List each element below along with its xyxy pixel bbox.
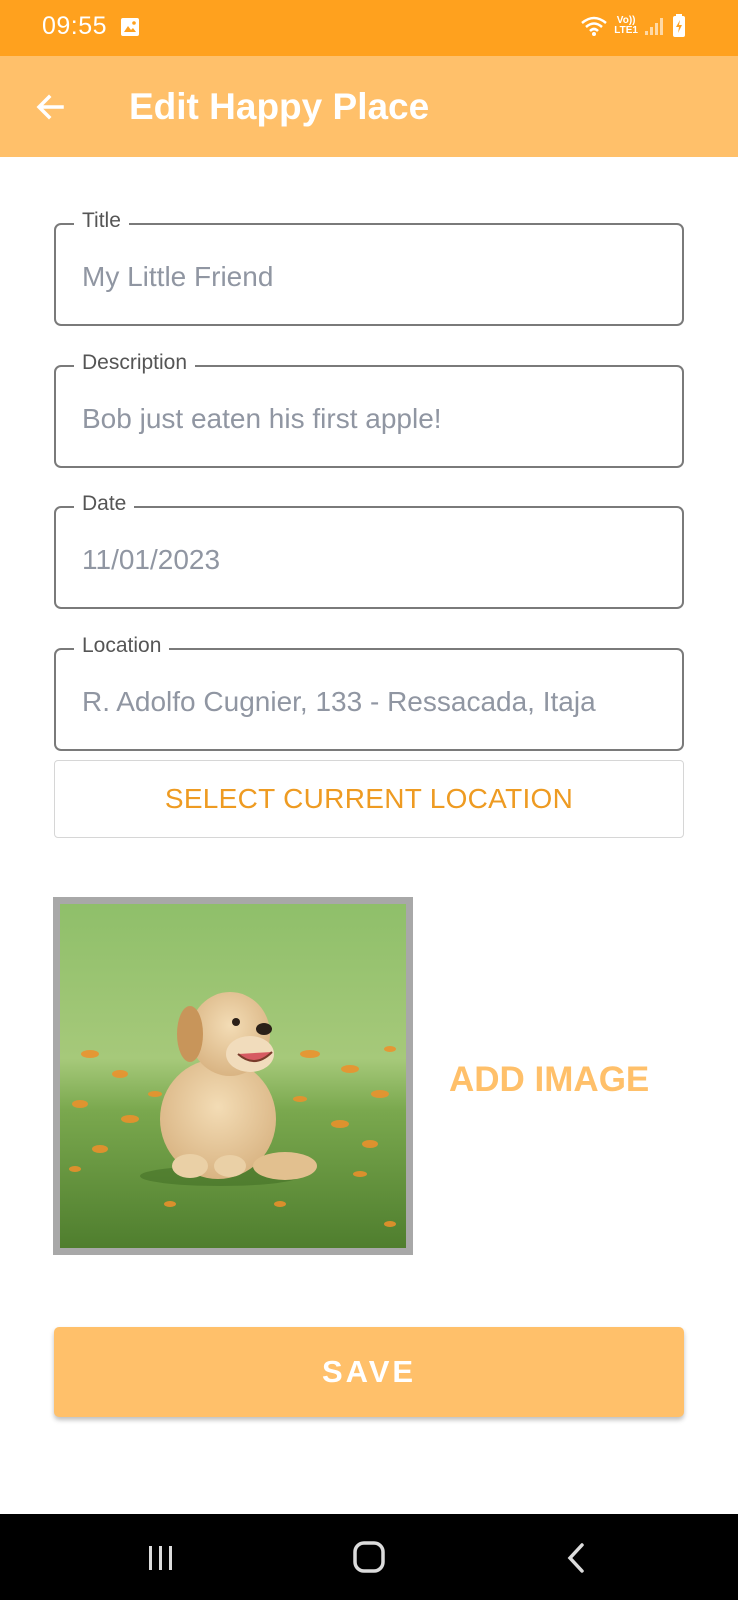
system-nav-bar: [0, 1514, 738, 1600]
arrow-left-icon[interactable]: [34, 91, 66, 123]
date-field-label: Date: [74, 492, 135, 516]
select-current-location-button[interactable]: SELECT CURRENT LOCATION: [54, 760, 684, 838]
home-icon[interactable]: [352, 1540, 386, 1574]
network-type: Vo)) LTE1: [614, 15, 638, 36]
description-field[interactable]: Description Bob just eaten his first app…: [54, 351, 684, 468]
location-field[interactable]: Location R. Adolfo Cugnier, 133 - Ressac…: [54, 634, 684, 751]
page-title: Edit Happy Place: [129, 86, 430, 127]
app-bar: Edit Happy Place: [0, 56, 738, 157]
gallery-icon: [121, 18, 139, 36]
status-time: 09:55: [42, 12, 108, 40]
recents-icon[interactable]: [146, 1544, 176, 1572]
date-field-value[interactable]: 11/01/2023: [82, 544, 658, 576]
status-bar: 09:55 Vo)) LTE1: [0, 0, 738, 56]
add-image-button[interactable]: ADD IMAGE: [449, 1060, 649, 1100]
location-field-label: Location: [74, 634, 170, 658]
wifi-icon: [581, 16, 608, 36]
save-button[interactable]: SAVE: [54, 1327, 684, 1417]
title-field-value[interactable]: My Little Friend: [82, 261, 658, 293]
back-icon[interactable]: [564, 1541, 588, 1575]
status-icons: Vo)) LTE1: [580, 14, 686, 38]
title-field-label: Title: [74, 209, 129, 233]
location-field-value[interactable]: R. Adolfo Cugnier, 133 - Ressacada, Itaj…: [82, 686, 658, 718]
place-image-frame: [53, 897, 413, 1255]
date-field[interactable]: Date 11/01/2023: [54, 492, 684, 609]
battery-icon: [673, 14, 685, 37]
place-image: [60, 904, 406, 1248]
description-field-value[interactable]: Bob just eaten his first apple!: [82, 403, 658, 435]
signal-icon: [645, 18, 663, 35]
title-field[interactable]: Title My Little Friend: [54, 209, 684, 326]
description-field-label: Description: [74, 351, 196, 375]
